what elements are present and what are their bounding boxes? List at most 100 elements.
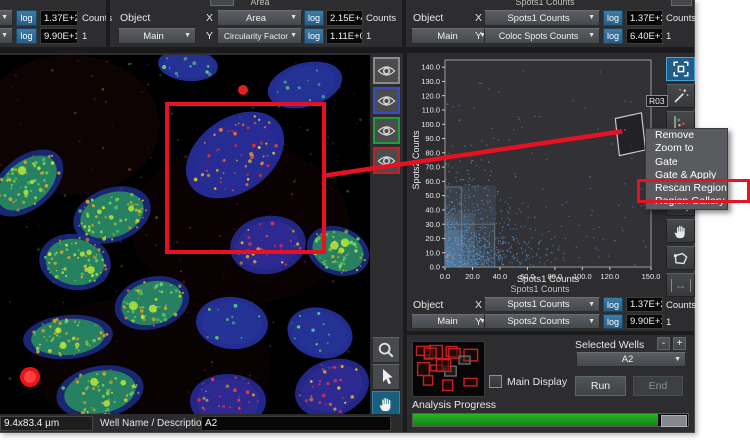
spots-y-unit: 1	[666, 31, 672, 42]
select-tool-button[interactable]	[372, 364, 400, 390]
area-x-feature-dropdown[interactable]: Area ▼	[217, 10, 302, 26]
svg-text:10.0: 10.0	[425, 248, 440, 257]
screenshot-stage: ▼ log 1.37E+2 Counts ▼ log 9.90E+1 1 Are…	[0, 0, 750, 445]
eye-icon	[377, 95, 396, 106]
polygon-region-button[interactable]	[666, 246, 695, 270]
svg-text:100.0: 100.0	[421, 120, 440, 129]
config-y-feature-dropdown[interactable]: Spots2 Counts ▼	[484, 314, 600, 329]
selection-rectangle-annotation	[165, 102, 326, 254]
scatter-config-title: Spots1 Counts	[510, 284, 570, 294]
y-axis-label: Spots2 Counts	[411, 130, 421, 190]
spots-x-feature-dropdown[interactable]: Spots1 Counts ▼	[484, 10, 600, 26]
analysis-progress-bar	[412, 413, 689, 427]
fit-view-icon	[673, 61, 688, 77]
left-x-value[interactable]: 1.37E+2	[40, 10, 78, 26]
spots-y-feature-dropdown[interactable]: Coloc Spots Counts ▼	[484, 28, 600, 44]
config-y-unit: 1	[666, 317, 672, 328]
well-thumbnail[interactable]	[412, 341, 485, 397]
spots-x-label: X	[475, 12, 483, 24]
menu-item-gate[interactable]: Gate	[646, 156, 727, 169]
menu-item-remove[interactable]: Remove	[646, 129, 727, 142]
progress-fill	[413, 414, 658, 426]
zoom-tool-button[interactable]	[372, 337, 400, 363]
svg-text:20.0: 20.0	[425, 234, 440, 243]
svg-text:90.0: 90.0	[425, 134, 440, 143]
left-x-dropdown-stub[interactable]: ▼	[0, 10, 13, 26]
channel-blue-eye-button[interactable]	[373, 87, 400, 114]
well-name-label: Well Name / Description	[100, 418, 208, 429]
polygon-region-icon	[673, 252, 687, 264]
chevron-down-icon: ▼	[1, 14, 8, 22]
config-x-unit: Counts	[666, 300, 697, 311]
area-object-dropdown[interactable]: Main ▼	[118, 28, 196, 44]
image-status-bar: 9.4x83.4 µm Well Name / Description A2	[0, 414, 403, 432]
area-object-label: Object	[120, 12, 151, 24]
config-object-label: Object	[413, 299, 444, 311]
chevron-down-icon: ▼	[588, 14, 595, 22]
channel-overlay-eye-button[interactable]	[373, 57, 400, 84]
chevron-down-icon: ▼	[588, 317, 595, 325]
menu-item-zoom-to[interactable]: Zoom to	[646, 142, 727, 155]
end-button[interactable]: End	[633, 376, 683, 396]
svg-text:120.0: 120.0	[421, 91, 440, 100]
region-label-tag: R03	[646, 95, 668, 107]
app-window: ▼ log 1.37E+2 Counts ▼ log 9.90E+1 1 Are…	[0, 0, 697, 433]
panel-divider	[106, 0, 110, 47]
spots-x-value[interactable]: 1.37E+2	[626, 10, 663, 26]
well-name-input[interactable]: A2	[201, 416, 391, 431]
area-x-log-button[interactable]: log	[304, 10, 324, 26]
spots-y-log-button[interactable]: log	[603, 28, 623, 44]
well-overview-image	[413, 342, 484, 396]
area-y-label: Y	[206, 30, 214, 42]
well-remove-button[interactable]: -	[657, 337, 670, 350]
spots-x-unit: Counts	[666, 13, 697, 24]
eye-icon	[377, 155, 396, 166]
area-y-log-button[interactable]: log	[304, 28, 324, 44]
svg-text:140.0: 140.0	[421, 63, 440, 72]
chevron-down-icon: ▼	[290, 14, 297, 22]
magic-wand-button[interactable]	[666, 84, 695, 108]
right-panel-divider	[406, 331, 694, 335]
channel-red-eye-button[interactable]	[373, 147, 400, 174]
left-y-dropdown-stub[interactable]: ▼	[0, 28, 13, 44]
spots-y-value[interactable]: 6.40E+1	[626, 28, 663, 44]
area-x-value[interactable]: 2.15E+4	[326, 10, 363, 26]
main-display-checkbox[interactable]	[489, 375, 502, 388]
eye-icon	[377, 125, 396, 136]
plot-pan-button[interactable]	[666, 219, 695, 243]
strip-divider	[0, 47, 694, 53]
config-y-label: Y	[475, 316, 483, 328]
spots-y-label: Y	[475, 30, 483, 42]
left-y-value[interactable]: 9.90E+1	[40, 28, 78, 44]
selected-well-dropdown[interactable]: A2 ▼	[576, 352, 686, 367]
config-x-label: X	[475, 299, 483, 311]
cursor-arrow-icon	[383, 369, 393, 385]
left-x-log-button[interactable]: log	[16, 10, 37, 26]
run-button[interactable]: Run	[575, 376, 626, 396]
config-y-value[interactable]: 9.90E+1	[626, 314, 663, 329]
spots-object-label: Object	[413, 12, 444, 24]
main-display-label: Main Display	[507, 376, 568, 388]
left-y-unit: 1	[82, 31, 88, 42]
config-x-log-button[interactable]: log	[603, 297, 623, 312]
chevron-down-icon: ▼	[674, 355, 681, 363]
clipped-icon-fragment	[210, 0, 234, 6]
channel-green-eye-button[interactable]	[373, 117, 400, 144]
svg-text:50.0: 50.0	[425, 191, 440, 200]
scale-field: 9.4x83.4 µm	[0, 416, 93, 431]
area-x-unit: Counts	[366, 13, 397, 24]
area-y-feature-dropdown[interactable]: Circularity Factor ▼	[217, 28, 302, 44]
config-y-log-button[interactable]: log	[603, 314, 623, 329]
config-x-feature-dropdown[interactable]: Spots1 Counts ▼	[484, 297, 600, 312]
svg-text:80.0: 80.0	[425, 148, 440, 157]
resize-horizontal-button[interactable]: ↔	[666, 273, 695, 297]
well-add-button[interactable]: +	[673, 337, 686, 350]
svg-text:40.0: 40.0	[425, 205, 440, 214]
config-x-value[interactable]: 1.37E+2	[626, 297, 663, 312]
progress-remainder-block	[661, 415, 687, 427]
spots-panel-title: Spots1 Counts	[515, 0, 575, 7]
fit-view-button[interactable]	[666, 57, 695, 81]
spots-x-log-button[interactable]: log	[603, 10, 623, 26]
area-y-value[interactable]: 1.11E+0	[326, 28, 363, 44]
left-y-log-button[interactable]: log	[16, 28, 37, 44]
